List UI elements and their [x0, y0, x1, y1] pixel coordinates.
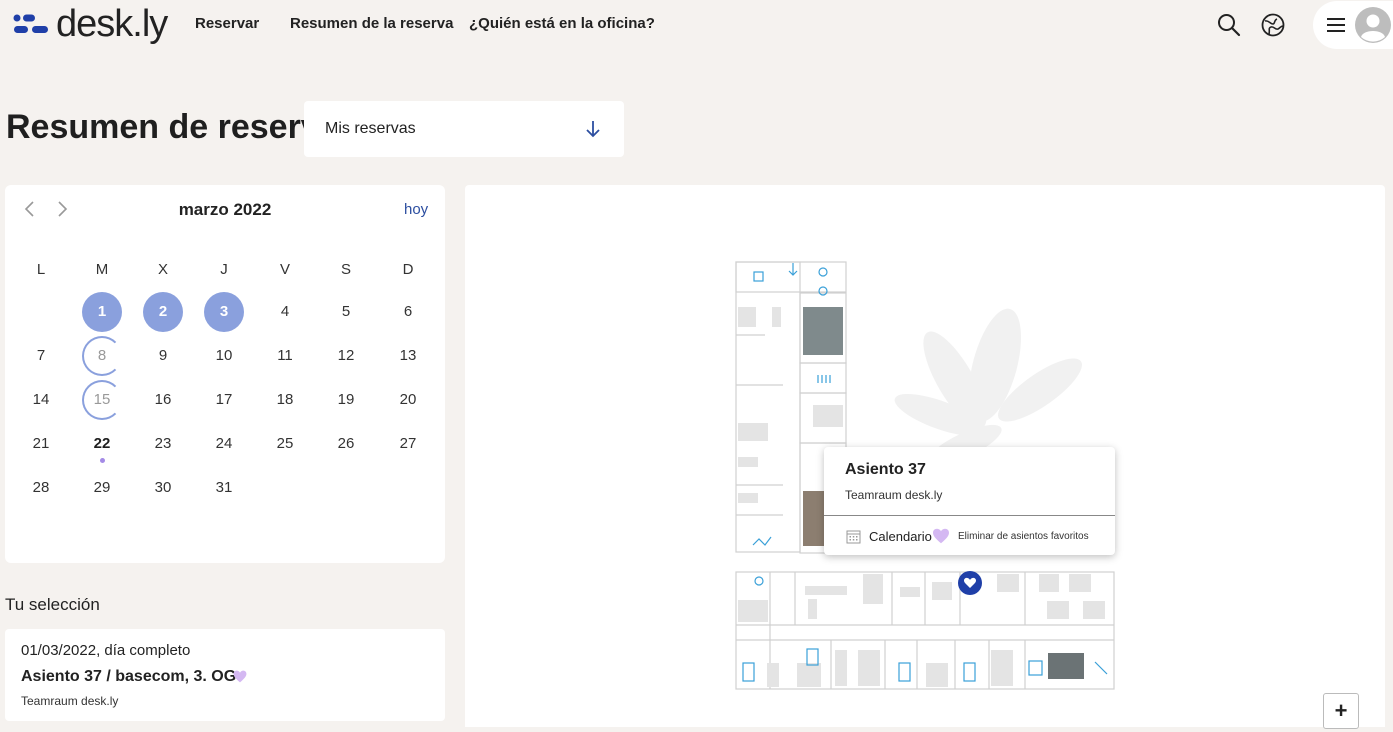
- calendar-day-26[interactable]: 26: [326, 424, 366, 464]
- calendar-day-14[interactable]: 14: [21, 380, 61, 420]
- calendar-day-10[interactable]: 10: [204, 336, 244, 376]
- calendar-day-6[interactable]: 6: [388, 292, 428, 332]
- arrow-down-icon: [586, 121, 600, 138]
- popup-room-label: Teamraum desk.ly: [845, 488, 943, 502]
- selection-date: 01/03/2022, día completo: [21, 642, 191, 659]
- room-photo-thumbnail[interactable]: [803, 307, 843, 355]
- calendar-day-13[interactable]: 13: [388, 336, 428, 376]
- user-menu[interactable]: [1313, 1, 1393, 49]
- calendar-today-link[interactable]: hoy: [404, 201, 428, 218]
- user-avatar-icon[interactable]: [1355, 7, 1391, 43]
- calendar-day-22[interactable]: 22: [82, 424, 122, 464]
- remove-favorite-link[interactable]: Eliminar de asientos favoritos: [958, 531, 1089, 542]
- reservation-filter-select[interactable]: Mis reservas: [304, 101, 624, 157]
- selection-heading: Tu selección: [5, 595, 100, 614]
- popup-seat-title: Asiento 37: [845, 461, 926, 478]
- app-header: desk.ly Reservar Resumen de la reserva ¿…: [0, 0, 1393, 50]
- globe-icon[interactable]: [1260, 12, 1286, 38]
- calendar-day-20[interactable]: 20: [388, 380, 428, 420]
- nav-quien-oficina[interactable]: ¿Quién está en la oficina?: [469, 15, 655, 32]
- calendar-month-label: marzo 2022: [178, 200, 272, 219]
- weekday-label: L: [36, 261, 46, 278]
- calendar-day-27[interactable]: 27: [388, 424, 428, 464]
- calendar-day-25[interactable]: 25: [265, 424, 305, 464]
- calendar-day-24[interactable]: 24: [204, 424, 244, 464]
- search-icon[interactable]: [1216, 12, 1242, 38]
- calendar-day-19[interactable]: 19: [326, 380, 366, 420]
- calendar-day-31[interactable]: 31: [204, 468, 244, 508]
- selection-room: Teamraum desk.ly: [21, 694, 119, 708]
- calendar-day-17[interactable]: 17: [204, 380, 244, 420]
- weekday-label: S: [340, 261, 351, 278]
- logo-mark-icon: [13, 14, 48, 33]
- reservation-filter-value: Mis reservas: [325, 120, 416, 137]
- calendar-day-21[interactable]: 21: [21, 424, 61, 464]
- calendar-day-15[interactable]: 15: [82, 380, 122, 420]
- calendar-day-30[interactable]: 30: [143, 468, 183, 508]
- calendar-day-4[interactable]: 4: [265, 292, 305, 332]
- desk-ly-logo[interactable]: desk.ly: [12, 2, 168, 46]
- weekday-label: J: [220, 261, 228, 278]
- selection-card[interactable]: 01/03/2022, día completo Asiento 37 / ba…: [5, 629, 445, 721]
- calendar-day-3[interactable]: 3: [204, 292, 244, 332]
- weekday-label: D: [402, 261, 414, 278]
- nav-reservar[interactable]: Reservar: [195, 15, 259, 32]
- calendar-day-29[interactable]: 29: [82, 468, 122, 508]
- calendar-day-18[interactable]: 18: [265, 380, 305, 420]
- hamburger-menu-icon[interactable]: [1327, 17, 1345, 33]
- weekday-label: V: [279, 261, 290, 278]
- selection-seat: Asiento 37 / basecom, 3. OG: [21, 668, 237, 685]
- calendar-day-23[interactable]: 23: [143, 424, 183, 464]
- weekday-label: M: [95, 261, 109, 278]
- logo-text: desk.ly: [56, 2, 168, 45]
- calendar-icon[interactable]: [846, 529, 861, 544]
- zoom-in-button[interactable]: +: [1323, 693, 1359, 729]
- calendar-day-16[interactable]: 16: [143, 380, 183, 420]
- popup-divider: [824, 515, 1115, 516]
- calendar-day-2[interactable]: 2: [143, 292, 183, 332]
- calendar-day-7[interactable]: 7: [21, 336, 61, 376]
- calendar-day-5[interactable]: 5: [326, 292, 366, 332]
- weekday-label: X: [157, 261, 168, 278]
- calendar-day-1[interactable]: 1: [82, 292, 122, 332]
- popup-calendar-link[interactable]: Calendario: [869, 529, 932, 544]
- calendar-day-9[interactable]: 9: [143, 336, 183, 376]
- calendar-day-8[interactable]: 8: [82, 336, 122, 376]
- favorite-heart-icon[interactable]: [233, 670, 247, 683]
- room-photo-thumbnail-3[interactable]: [1048, 653, 1084, 679]
- calendar-day-12[interactable]: 12: [326, 336, 366, 376]
- favorite-heart-icon[interactable]: [932, 528, 950, 544]
- calendar-day-28[interactable]: 28: [21, 468, 61, 508]
- nav-resumen-reserva[interactable]: Resumen de la reserva: [290, 15, 453, 32]
- calendar-day-11[interactable]: 11: [265, 336, 305, 376]
- page-title: Resumen de reserva: [6, 108, 339, 146]
- calendar-widget: marzo 2022 hoy LMXJVSD 1 2 3 4 5 6 7 8 9 10 11 12 13…: [5, 185, 445, 563]
- seat-info-popup: Asiento 37 Teamraum desk.ly Calendario E…: [824, 447, 1115, 555]
